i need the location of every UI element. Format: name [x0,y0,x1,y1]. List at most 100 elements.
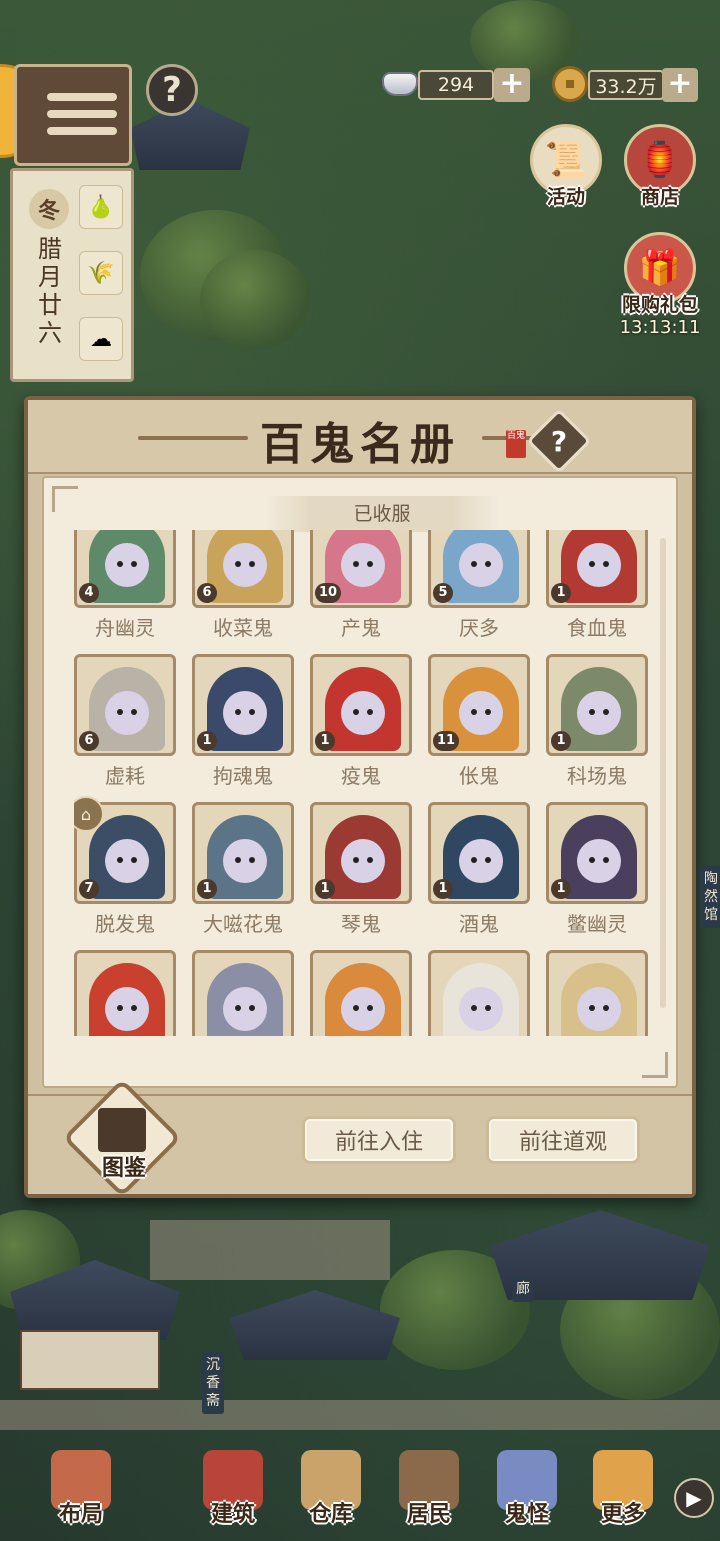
ghost-portrait-frame: 6 [192,530,294,608]
building-sign-corridor[interactable]: 廊 [512,1276,534,1302]
ghost-card[interactable]: 6 虚耗 [74,654,176,789]
ghost-card[interactable]: 7 ⌂ 脱发鬼 [74,796,176,937]
eye [249,561,255,567]
hamburger-icon [47,93,117,144]
ghost-face [105,987,149,1031]
silver-ingot-icon [378,62,422,106]
ghost-card[interactable]: 1 疫鬼 [310,654,412,789]
eye [485,709,491,715]
ghost-count-badge: 1 [551,731,571,751]
ghost-card[interactable] [74,950,176,1036]
ghost-count-badge: 1 [551,583,571,603]
ghost-face [577,987,621,1031]
eye [471,857,477,863]
pear-icon[interactable]: 🍐 [79,185,123,229]
nav-warehouse[interactable]: 仓库 [292,1450,370,1528]
ghost-card[interactable]: 1 大嗞花鬼 [192,802,294,937]
ghost-count-badge: 1 [315,879,335,899]
nav-ghosts[interactable]: 鬼怪 [488,1450,566,1528]
ghost-face [223,543,267,587]
gift-pack-button[interactable]: 🎁 限购礼包 13:13:11 [614,232,706,338]
eye [603,1005,609,1011]
ghost-card[interactable]: 11 伥鬼 [428,654,530,789]
ghost-name: 科场鬼 [567,764,627,788]
ghost-grid[interactable]: 4 舟幽灵 6 收菜鬼 10 产鬼 5 厌多 1 食血鬼 6 虚耗 1 拘魂鬼 1 疫鬼 11 伥鬼 1 科场鬼 7 ⌂ 脱… [74,530,650,1036]
cloud-icon[interactable]: ☁ [79,317,123,361]
ghost-card[interactable]: 5 厌多 [428,530,530,641]
ghost-card[interactable]: 1 科场鬼 [546,654,648,789]
go-checkin-button[interactable]: 前往入住 [302,1116,456,1164]
dialog-title: 百鬼名册 [260,419,460,470]
ghost-face [223,987,267,1031]
nav-layout[interactable]: 布局 [42,1450,120,1528]
ghost-card[interactable] [428,950,530,1036]
ghost-face [105,839,149,883]
ghost-name: 疫鬼 [341,764,381,788]
eye [131,709,137,715]
ghost-face [223,691,267,735]
ghost-card[interactable] [310,950,412,1036]
gift-pack-label: 限购礼包 [621,294,698,316]
section-label-captured: 已收服 [264,496,500,532]
ghost-card[interactable]: 1 拘魂鬼 [192,654,294,789]
ghost-count-badge: 10 [315,583,342,603]
ghost-card[interactable] [546,950,648,1036]
ghost-card[interactable]: 6 收菜鬼 [192,530,294,641]
nav-more[interactable]: 更多 [584,1450,662,1528]
ghost-portrait-frame: 5 [428,530,530,608]
building-sign-chenxiang[interactable]: 沉香斋 [202,1352,224,1414]
wheat-icon[interactable]: 🌾 [79,251,123,295]
gift-pack-timer: 13:13:11 [619,317,701,338]
nav-residents[interactable]: 居民 [390,1450,468,1528]
eye [471,1005,477,1011]
question-icon: ? [550,424,568,458]
calendar-panel: 冬 腊月廿六 🍐 🌾 ☁ [10,168,134,382]
ghost-card[interactable]: 4 舟幽灵 [74,530,176,641]
copper-coin-icon [548,62,592,106]
silver-amount: 294 [418,70,494,100]
eye [589,1005,595,1011]
ghost-face [459,987,503,1031]
nav-warehouse-label: 仓库 [308,1502,353,1527]
nav-ghosts-label: 鬼怪 [504,1502,549,1527]
ghost-face [459,543,503,587]
eye [367,1005,373,1011]
grid-scrollbar[interactable] [660,538,666,1008]
ghost-card[interactable]: 1 酒鬼 [428,802,530,937]
ghost-portrait-frame [192,950,294,1036]
eye [235,561,241,567]
add-silver-button[interactable]: + [494,68,530,102]
ghost-name: 厌多 [459,616,499,640]
add-copper-button[interactable]: + [662,68,698,102]
ghost-card[interactable]: 1 鳖幽灵 [546,802,648,937]
main-menu-button[interactable] [14,64,132,166]
nav-next-arrow-icon[interactable]: ▶ [674,1478,714,1518]
ghost-count-badge: 1 [433,879,453,899]
ghost-list-panel: 已收服 4 舟幽灵 6 收菜鬼 10 产鬼 5 厌多 1 食血鬼 6 虚耗 1 拘魂鬼 1 疫鬼 11 伥鬼 1 科场… [42,476,678,1088]
go-temple-button[interactable]: 前往道观 [486,1116,640,1164]
activity-button[interactable]: 📜 活动 [520,124,612,209]
ghost-card[interactable]: 1 食血鬼 [546,530,648,641]
ghost-name: 舟幽灵 [95,616,155,640]
ghost-portrait-frame: 1 [546,654,648,756]
nav-buildings[interactable]: 建筑 [194,1450,272,1528]
eye [353,1005,359,1011]
ghost-portrait-frame [546,950,648,1036]
ghost-name: 大嗞花鬼 [203,912,283,936]
help-button[interactable]: ? [146,64,198,116]
building-sign-taoran[interactable]: 陶然馆 [700,866,720,928]
eye [485,561,491,567]
ghost-card[interactable] [192,950,294,1036]
ghost-count-badge: 7 [79,879,99,899]
eye [603,561,609,567]
ghost-portrait-frame: 1 [546,802,648,904]
shop-label: 商店 [640,186,679,208]
eye [117,857,123,863]
ghost-name: 脱发鬼 [95,912,155,936]
ghost-card[interactable]: 10 产鬼 [310,530,412,641]
nav-more-label: 更多 [600,1502,645,1527]
shop-button[interactable]: 🏮 商店 [614,124,706,209]
ghost-name: 拘魂鬼 [213,764,273,788]
eye [131,1005,137,1011]
ghost-card[interactable]: 1 琴鬼 [310,802,412,937]
